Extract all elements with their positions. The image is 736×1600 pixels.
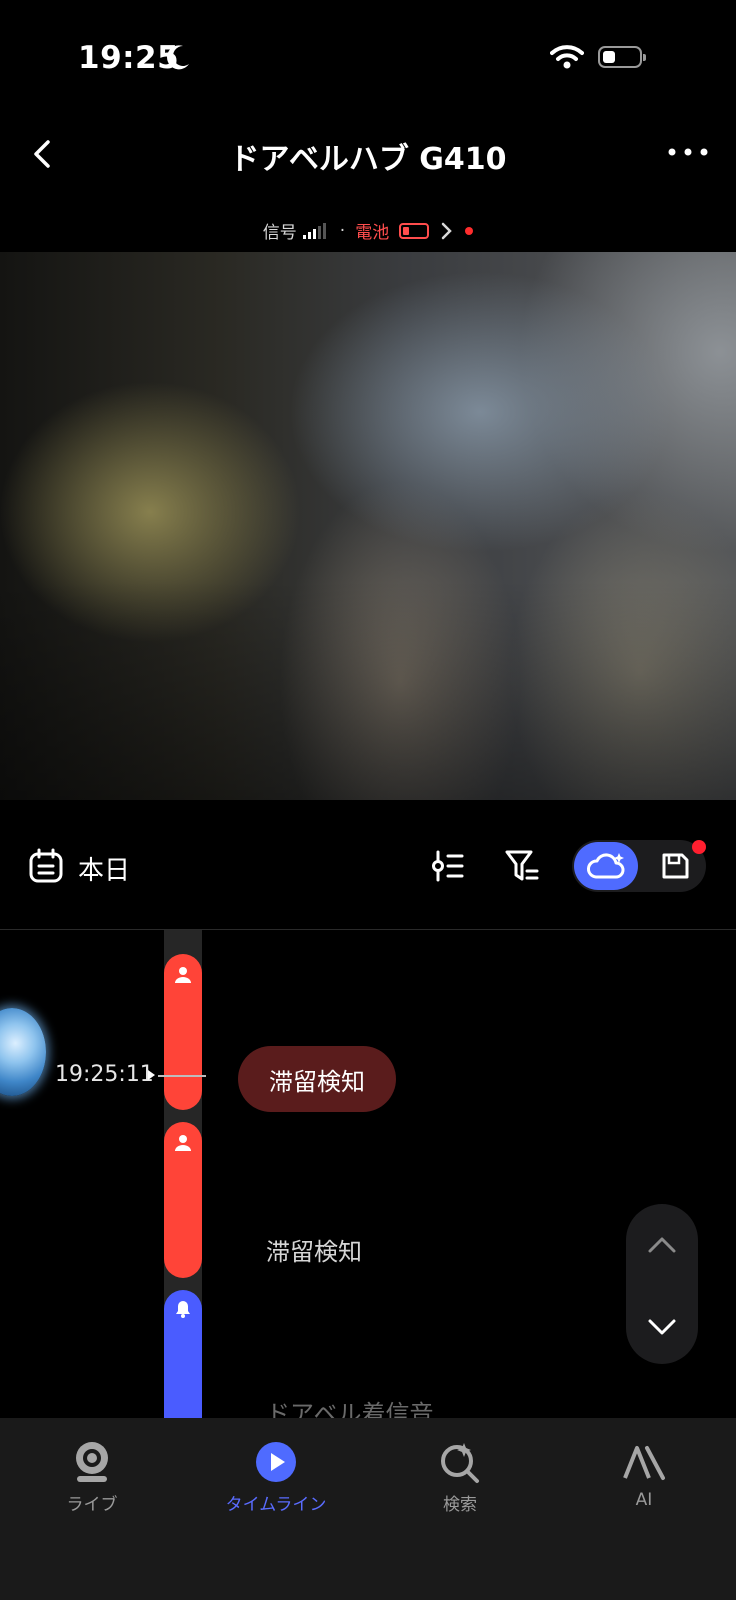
divider [0, 929, 736, 930]
storage-toggle[interactable] [572, 840, 706, 892]
chevron-up-icon[interactable] [640, 1230, 684, 1260]
low-battery-icon [399, 222, 430, 239]
sd-card-icon [662, 853, 689, 879]
nav-label-search: 検索 [443, 1495, 477, 1515]
playhead-line [158, 1075, 206, 1077]
video-shade [0, 252, 736, 800]
chevron-right-icon [441, 222, 452, 239]
page-title: ドアベルハブ G410 [229, 142, 507, 177]
moon-icon [167, 45, 189, 70]
ai-search-icon [441, 1443, 479, 1483]
alert-dot [465, 226, 474, 235]
scroll-control [626, 1204, 698, 1364]
bell-icon [176, 1301, 190, 1318]
battery-label: 電池 [355, 223, 390, 243]
play-icon [256, 1442, 296, 1482]
device-status-row[interactable]: 信号 · 電池 [0, 218, 736, 243]
person-icon [175, 967, 191, 983]
cloud-storage-button[interactable] [574, 842, 638, 890]
status-time: 19:25 [78, 40, 180, 76]
date-label[interactable]: 本日 [78, 850, 130, 887]
ai-icon [623, 1446, 665, 1480]
nav-label-timeline: タイムライン [225, 1495, 327, 1515]
camera-icon [76, 1442, 108, 1482]
cloud-ai-icon [587, 853, 625, 879]
event-label-selected[interactable]: 滞留検知 [238, 1046, 396, 1112]
nav-item-live[interactable]: ライブ [22, 1440, 162, 1515]
calendar-icon[interactable] [28, 848, 64, 884]
chevron-down-icon[interactable] [640, 1312, 684, 1342]
event-thumbnail[interactable] [0, 1008, 46, 1096]
signal-label: 信号 [262, 223, 297, 243]
playhead-arrow-icon [148, 1070, 155, 1080]
playhead-timestamp: 19:25:11 [55, 1062, 154, 1087]
battery-icon [598, 46, 646, 68]
signal-strength-icon [302, 222, 326, 239]
wifi-icon [550, 45, 584, 69]
nav-label-live: ライブ [66, 1495, 118, 1515]
nav-item-timeline[interactable]: タイムライン [206, 1440, 346, 1515]
filter-icon[interactable] [504, 848, 540, 884]
notification-dot [692, 840, 706, 854]
person-icon [175, 1135, 191, 1151]
nav-item-search[interactable]: 検索 [390, 1440, 530, 1515]
nav-label-ai: AI [635, 1490, 653, 1510]
nav-item-ai[interactable]: AI [574, 1440, 714, 1510]
list-settings-icon[interactable] [430, 848, 466, 884]
more-options-icon[interactable] [666, 140, 710, 164]
event-label[interactable]: 滞留検知 [266, 1232, 362, 1267]
